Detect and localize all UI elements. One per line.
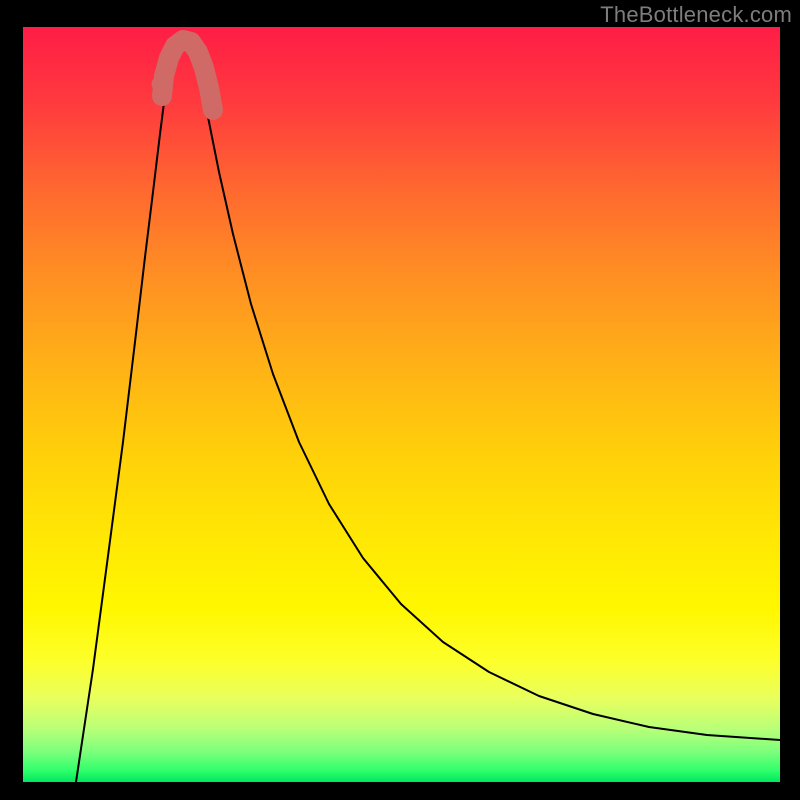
- watermark-text: TheBottleneck.com: [600, 2, 792, 28]
- valley-marker-path: [162, 40, 213, 110]
- plot-area: [23, 27, 780, 782]
- curve-overlay: [23, 27, 780, 782]
- chart-frame: TheBottleneck.com: [0, 0, 800, 800]
- v-curve-path: [76, 32, 780, 782]
- valley-dot: [152, 77, 167, 92]
